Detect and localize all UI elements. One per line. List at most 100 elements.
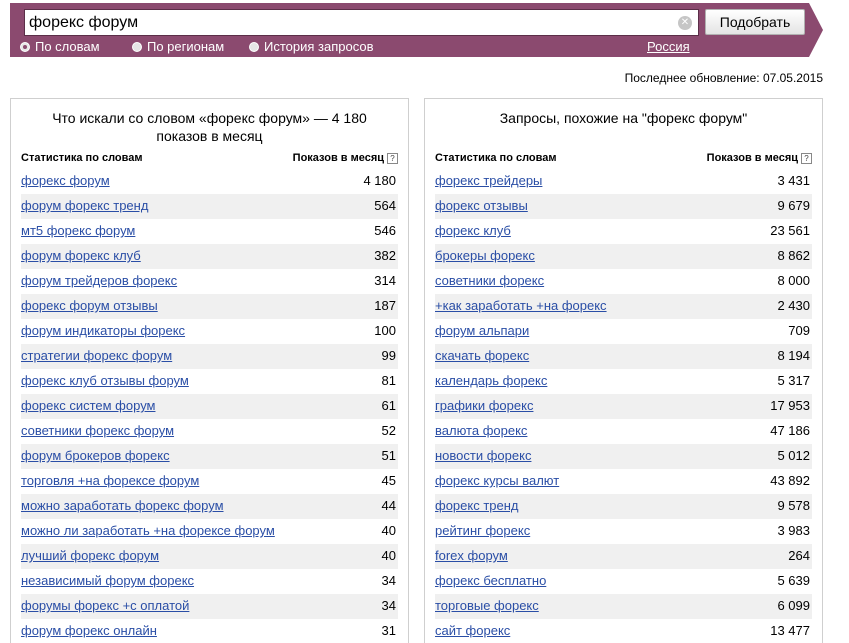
impressions-count: 81 xyxy=(381,373,396,388)
impressions-count: 47 186 xyxy=(770,423,810,438)
phrase-link[interactable]: советники форекс форум xyxy=(21,423,174,438)
phrase-link[interactable]: мт5 форекс форум xyxy=(21,223,135,238)
impressions-count: 100 xyxy=(374,323,396,338)
phrase-link[interactable]: +как заработать +на форекс xyxy=(435,298,607,313)
impressions-count: 13 477 xyxy=(770,623,810,638)
phrase-link[interactable]: форекс форум отзывы xyxy=(21,298,158,313)
phrase-link[interactable]: торговые форекс xyxy=(435,598,539,613)
phrase-link[interactable]: форекс бесплатно xyxy=(435,573,546,588)
impressions-count: 8 862 xyxy=(777,248,810,263)
phrase-link[interactable]: брокеры форекс xyxy=(435,248,535,263)
phrase-link[interactable]: советники форекс xyxy=(435,273,544,288)
impressions-count: 61 xyxy=(381,398,396,413)
impressions-count: 40 xyxy=(381,548,396,563)
impressions-count: 187 xyxy=(374,298,396,313)
region-link[interactable]: Россия xyxy=(647,39,690,54)
impressions-count: 34 xyxy=(381,598,396,613)
phrase-link[interactable]: новости форекс xyxy=(435,448,531,463)
help-icon[interactable]: ? xyxy=(801,152,812,164)
clear-icon[interactable]: ✕ xyxy=(678,16,692,30)
phrase-link[interactable]: независимый форум форекс xyxy=(21,573,194,588)
table-row: скачать форекс 8 194 xyxy=(435,344,812,369)
impressions-count: 44 xyxy=(381,498,396,513)
phrase-link[interactable]: торговля +на форексе форум xyxy=(21,473,199,488)
table-row: сайт форекс 13 477 xyxy=(435,619,812,643)
phrase-link[interactable]: рейтинг форекс xyxy=(435,523,530,538)
phrase-link[interactable]: форекс клуб xyxy=(435,223,511,238)
phrase-link[interactable]: форумы форекс +с оплатой xyxy=(21,598,189,613)
last-updated: Последнее обновление: 07.05.2015 xyxy=(624,71,823,85)
table-row: можно ли заработать +на форексе форум 40 xyxy=(21,519,398,544)
table-row: форум трейдеров форекс 314 xyxy=(21,269,398,294)
phrase-link[interactable]: форекс трейдеры xyxy=(435,173,542,188)
phrase-link[interactable]: форекс тренд xyxy=(435,498,519,513)
help-icon[interactable]: ? xyxy=(387,152,398,164)
table-row: торговые форекс 6 099 xyxy=(435,594,812,619)
submit-button[interactable]: Подобрать xyxy=(705,9,805,35)
table-row: можно заработать форекс форум 44 xyxy=(21,494,398,519)
impressions-count: 9 578 xyxy=(777,498,810,513)
table-row: форекс систем форум 61 xyxy=(21,394,398,419)
table-row: мт5 форекс форум 546 xyxy=(21,219,398,244)
column-headers: Статистика по словам Показов в месяц ? xyxy=(435,152,812,166)
phrase-link[interactable]: форекс форум xyxy=(21,173,110,188)
table-row: независимый форум форекс 34 xyxy=(21,569,398,594)
radio-checked-icon[interactable] xyxy=(20,41,30,52)
phrase-link[interactable]: forex форум xyxy=(435,548,508,563)
table-row: графики форекс 17 953 xyxy=(435,394,812,419)
phrase-link[interactable]: стратегии форекс форум xyxy=(21,348,172,363)
phrase-link[interactable]: сайт форекс xyxy=(435,623,510,638)
impressions-count: 40 xyxy=(381,523,396,538)
table-row: рейтинг форекс 3 983 xyxy=(435,519,812,544)
column-header-count-label: Показов в месяц xyxy=(706,152,798,164)
table-row: форекс форум отзывы 187 xyxy=(21,294,398,319)
phrase-link[interactable]: можно заработать форекс форум xyxy=(21,498,224,513)
phrase-link[interactable]: форум альпари xyxy=(435,323,529,338)
phrase-link[interactable]: форекс курсы валют xyxy=(435,473,559,488)
impressions-count: 546 xyxy=(374,223,396,238)
option-label: По словам xyxy=(35,39,100,54)
search-input[interactable] xyxy=(29,12,669,34)
table-row: форум альпари 709 xyxy=(435,319,812,344)
table-row: форекс отзывы 9 679 xyxy=(435,194,812,219)
radio-icon[interactable] xyxy=(132,41,142,52)
phrase-link[interactable]: форум форекс онлайн xyxy=(21,623,157,638)
phrase-link[interactable]: форум индикаторы форекс xyxy=(21,323,185,338)
impressions-count: 5 012 xyxy=(777,448,810,463)
phrase-link[interactable]: форум форекс тренд xyxy=(21,198,148,213)
phrase-link[interactable]: календарь форекс xyxy=(435,373,547,388)
table-row: советники форекс 8 000 xyxy=(435,269,812,294)
impressions-count: 45 xyxy=(381,473,396,488)
table-row: форум форекс клуб 382 xyxy=(21,244,398,269)
table-row: брокеры форекс 8 862 xyxy=(435,244,812,269)
panel-word-stats: Что искали со словом «форекс форум» — 4 … xyxy=(10,98,409,643)
impressions-count: 5 317 xyxy=(777,373,810,388)
phrase-link[interactable]: форекс клуб отзывы форум xyxy=(21,373,189,388)
option-by-words[interactable]: По словам xyxy=(20,39,100,54)
phrase-link[interactable]: валюта форекс xyxy=(435,423,527,438)
impressions-count: 99 xyxy=(381,348,396,363)
phrase-link[interactable]: форекс отзывы xyxy=(435,198,528,213)
impressions-count: 8 194 xyxy=(777,348,810,363)
impressions-count: 5 639 xyxy=(777,573,810,588)
phrase-link[interactable]: скачать форекс xyxy=(435,348,529,363)
impressions-count: 4 180 xyxy=(363,173,396,188)
table-row: календарь форекс 5 317 xyxy=(435,369,812,394)
phrase-link[interactable]: графики форекс xyxy=(435,398,533,413)
phrase-link[interactable]: форум трейдеров форекс xyxy=(21,273,177,288)
table-row: валюта форекс 47 186 xyxy=(435,419,812,444)
option-by-regions[interactable]: По регионам xyxy=(132,39,224,54)
option-query-history[interactable]: История запросов xyxy=(249,39,374,54)
phrase-link[interactable]: лучший форекс форум xyxy=(21,548,159,563)
impressions-count: 51 xyxy=(381,448,396,463)
radio-icon[interactable] xyxy=(249,41,259,52)
phrase-link[interactable]: можно ли заработать +на форексе форум xyxy=(21,523,275,538)
phrase-link[interactable]: форум брокеров форекс xyxy=(21,448,170,463)
impressions-count: 17 953 xyxy=(770,398,810,413)
panel-title: Что искали со словом «форекс форум» — 4 … xyxy=(52,110,367,144)
table-row: форум брокеров форекс 51 xyxy=(21,444,398,469)
phrase-link[interactable]: форум форекс клуб xyxy=(21,248,141,263)
phrase-link[interactable]: форекс систем форум xyxy=(21,398,155,413)
column-header-count: Показов в месяц ? xyxy=(293,152,398,164)
table-row: форекс форум 4 180 xyxy=(21,169,398,194)
